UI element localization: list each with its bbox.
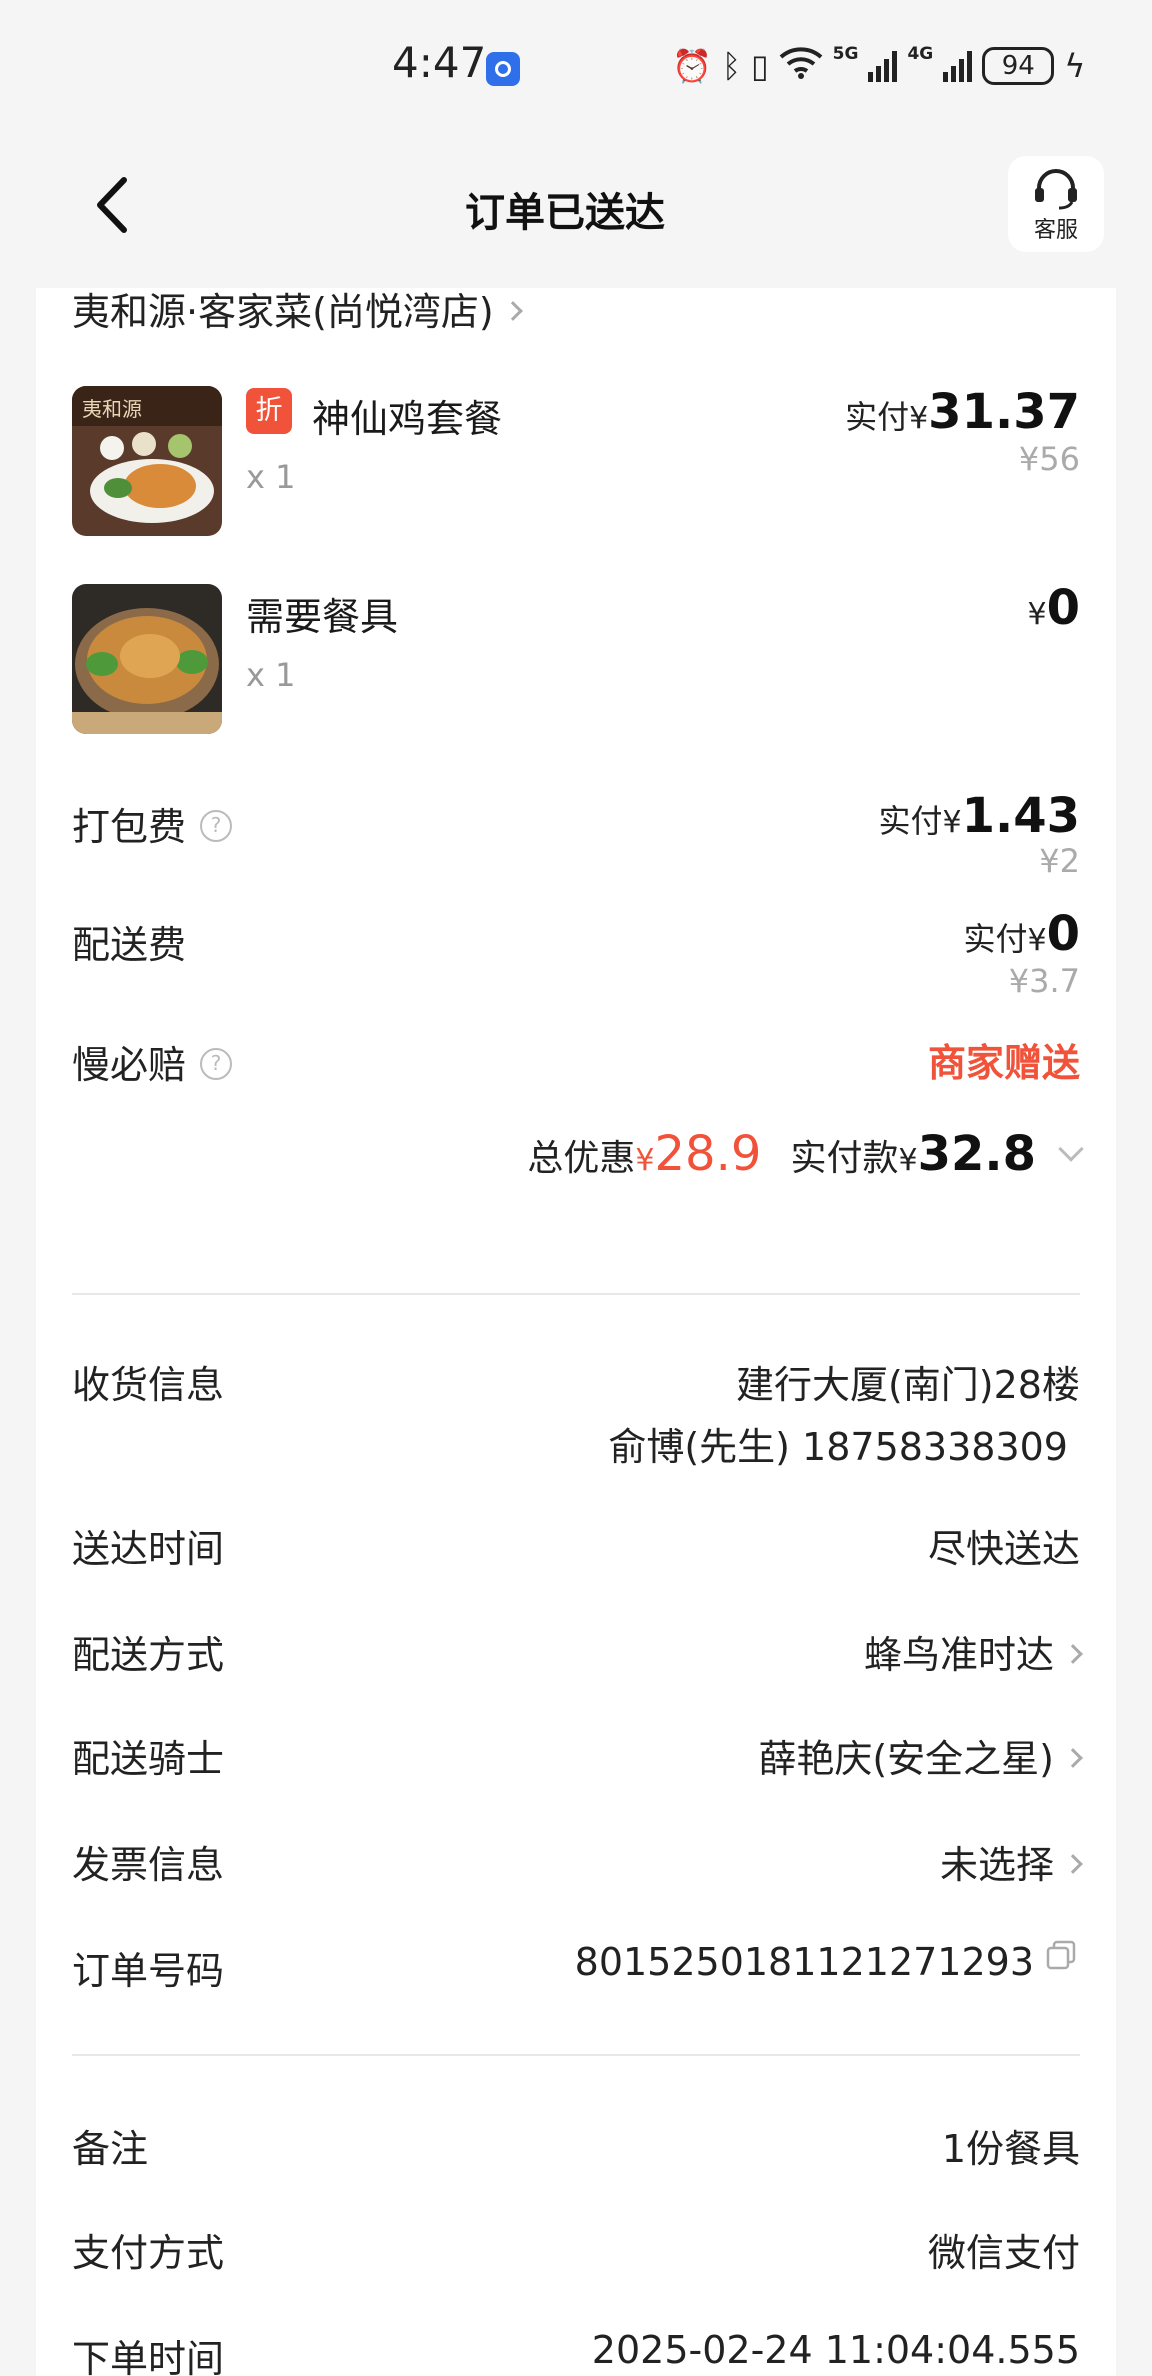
order-detail-card: 夷和源·客家菜(尚悦湾店) 夷和源 折 神仙鸡套餐 x 1 实付¥31.37 ¥… xyxy=(36,288,1116,2376)
wifi-icon xyxy=(779,45,823,87)
store-link[interactable]: 夷和源·客家菜(尚悦湾店) xyxy=(72,288,523,336)
paid-label: 实付 xyxy=(845,398,910,436)
copy-icon[interactable] xyxy=(1044,1938,1080,1983)
charging-icon: ϟ xyxy=(1064,47,1086,85)
divider xyxy=(72,1293,1080,1295)
svg-text:夷和源: 夷和源 xyxy=(82,397,142,421)
address-line: 建行大厦(南门)28楼 xyxy=(735,1363,1080,1407)
packing-fee-original: ¥2 xyxy=(1039,842,1080,880)
delivery-fee-value: 0 xyxy=(1046,906,1080,962)
status-icons: ⏰ ᛒ ▯ 5G 4G 94 ϟ xyxy=(672,44,1085,88)
vibrate-icon: ▯ xyxy=(751,47,769,85)
invoice-value: 未选择 xyxy=(939,1843,1054,1887)
item-name: 神仙鸡套餐 xyxy=(312,397,503,441)
item-original-price: ¥56 xyxy=(1018,440,1080,478)
delivery-method-value: 蜂鸟准时达 xyxy=(863,1633,1054,1677)
order-time-value: 2025-02-24 11:04:04.555 xyxy=(591,2328,1080,2372)
paid-label: 实付 xyxy=(878,802,943,840)
currency-symbol: ¥ xyxy=(942,805,962,840)
rider-link[interactable]: 薛艳庆(安全之星) xyxy=(758,1728,1083,1783)
currency-symbol: ¥ xyxy=(1027,923,1047,958)
app-notification-icon xyxy=(486,52,520,86)
page-title: 订单已送达 xyxy=(465,190,665,236)
chevron-right-icon xyxy=(1063,1643,1083,1664)
chevron-right-icon xyxy=(1063,1747,1083,1768)
item-price: 实付¥31.37 xyxy=(845,384,1080,440)
chevron-down-icon[interactable] xyxy=(1058,1136,1084,1162)
address-label: 收货信息 xyxy=(72,1363,225,1407)
currency-symbol: ¥ xyxy=(898,1143,918,1178)
contact-line: 俞博(先生) 18758338309 xyxy=(608,1425,1068,1469)
paid-total-value: 32.8 xyxy=(917,1126,1036,1182)
remark-value: 1份餐具 xyxy=(941,2127,1080,2171)
network-4g-label: 4G xyxy=(907,44,934,64)
packing-fee-price: 实付¥1.43 xyxy=(878,788,1080,844)
item-paid-price: 31.37 xyxy=(928,384,1080,440)
delivery-method-link[interactable]: 蜂鸟准时达 xyxy=(863,1624,1083,1679)
payment-method-label: 支付方式 xyxy=(72,2231,225,2275)
status-time: 4:47 xyxy=(392,38,487,87)
chevron-right-icon xyxy=(1063,1853,1083,1874)
order-number-row: 8015250181121271293 xyxy=(575,1940,1080,1987)
alarm-icon: ⏰ xyxy=(672,47,712,85)
delivery-time-value: 尽快送达 xyxy=(927,1527,1080,1571)
currency-symbol: ¥ xyxy=(635,1143,655,1178)
item-qty: x 1 xyxy=(246,656,296,694)
payment-method-value: 微信支付 xyxy=(927,2231,1080,2275)
delivery-fee-price: 实付¥0 xyxy=(963,906,1080,962)
late-guarantee-label: 慢必赔 xyxy=(72,1043,187,1087)
delivery-method-label: 配送方式 xyxy=(72,1633,225,1677)
customer-service-button[interactable]: 客服 xyxy=(1008,156,1104,252)
invoice-label: 发票信息 xyxy=(72,1843,225,1887)
packing-fee-row-label: 打包费? xyxy=(72,796,233,851)
discount-badge: 折 xyxy=(246,388,292,434)
paid-total-label: 实付款 xyxy=(790,1138,899,1179)
remark-label: 备注 xyxy=(72,2127,149,2171)
order-time-label: 下单时间 xyxy=(72,2337,225,2376)
divider xyxy=(72,2054,1080,2056)
battery-icon: 94 xyxy=(982,47,1055,85)
headset-icon xyxy=(1035,169,1077,210)
price-summary[interactable]: 总优惠¥28.9 实付款¥32.8 xyxy=(527,1126,1084,1182)
late-guarantee-row-label: 慢必赔? xyxy=(72,1034,233,1089)
paid-label: 实付 xyxy=(963,920,1028,958)
network-5g-label: 5G xyxy=(832,44,859,64)
total-discount-label: 总优惠 xyxy=(527,1138,636,1179)
order-number-value: 8015250181121271293 xyxy=(574,1940,1034,1984)
currency-symbol: ¥ xyxy=(909,401,929,436)
bluetooth-icon: ᛒ xyxy=(721,47,742,85)
item-price: ¥0 xyxy=(1028,580,1081,636)
total-discount-value: 28.9 xyxy=(654,1126,762,1182)
nav-header: 订单已送达 客服 xyxy=(0,140,1152,270)
currency-symbol: ¥ xyxy=(1027,597,1047,632)
customer-service-label: 客服 xyxy=(1033,218,1078,243)
packing-fee-value: 1.43 xyxy=(961,788,1080,844)
late-guarantee-value: 商家赠送 xyxy=(927,1041,1080,1085)
item-qty: x 1 xyxy=(246,458,296,496)
help-icon[interactable]: ? xyxy=(200,809,233,842)
item-image-chicken-set: 夷和源 xyxy=(72,386,222,536)
rider-label: 配送骑士 xyxy=(72,1737,225,1781)
item-image-tableware xyxy=(72,584,222,734)
delivery-time-label: 送达时间 xyxy=(72,1527,225,1571)
status-bar: 4:47 ⏰ ᛒ ▯ 5G 4G 94 ϟ xyxy=(0,0,1152,130)
item-paid-price: 0 xyxy=(1046,580,1080,636)
help-icon[interactable]: ? xyxy=(200,1047,233,1080)
delivery-fee-original: ¥3.7 xyxy=(1008,962,1080,1000)
delivery-fee-label: 配送费 xyxy=(72,923,187,967)
order-number-label: 订单号码 xyxy=(72,1949,225,1993)
signal-4g-icon xyxy=(943,50,973,82)
chevron-right-icon xyxy=(502,300,523,321)
store-name: 夷和源·客家菜(尚悦湾店) xyxy=(72,290,494,334)
rider-value: 薛艳庆(安全之星) xyxy=(758,1737,1054,1781)
item-name: 需要餐具 xyxy=(246,595,399,639)
invoice-link[interactable]: 未选择 xyxy=(939,1834,1083,1889)
signal-5g-icon xyxy=(868,50,898,82)
packing-fee-label: 打包费 xyxy=(72,805,187,849)
